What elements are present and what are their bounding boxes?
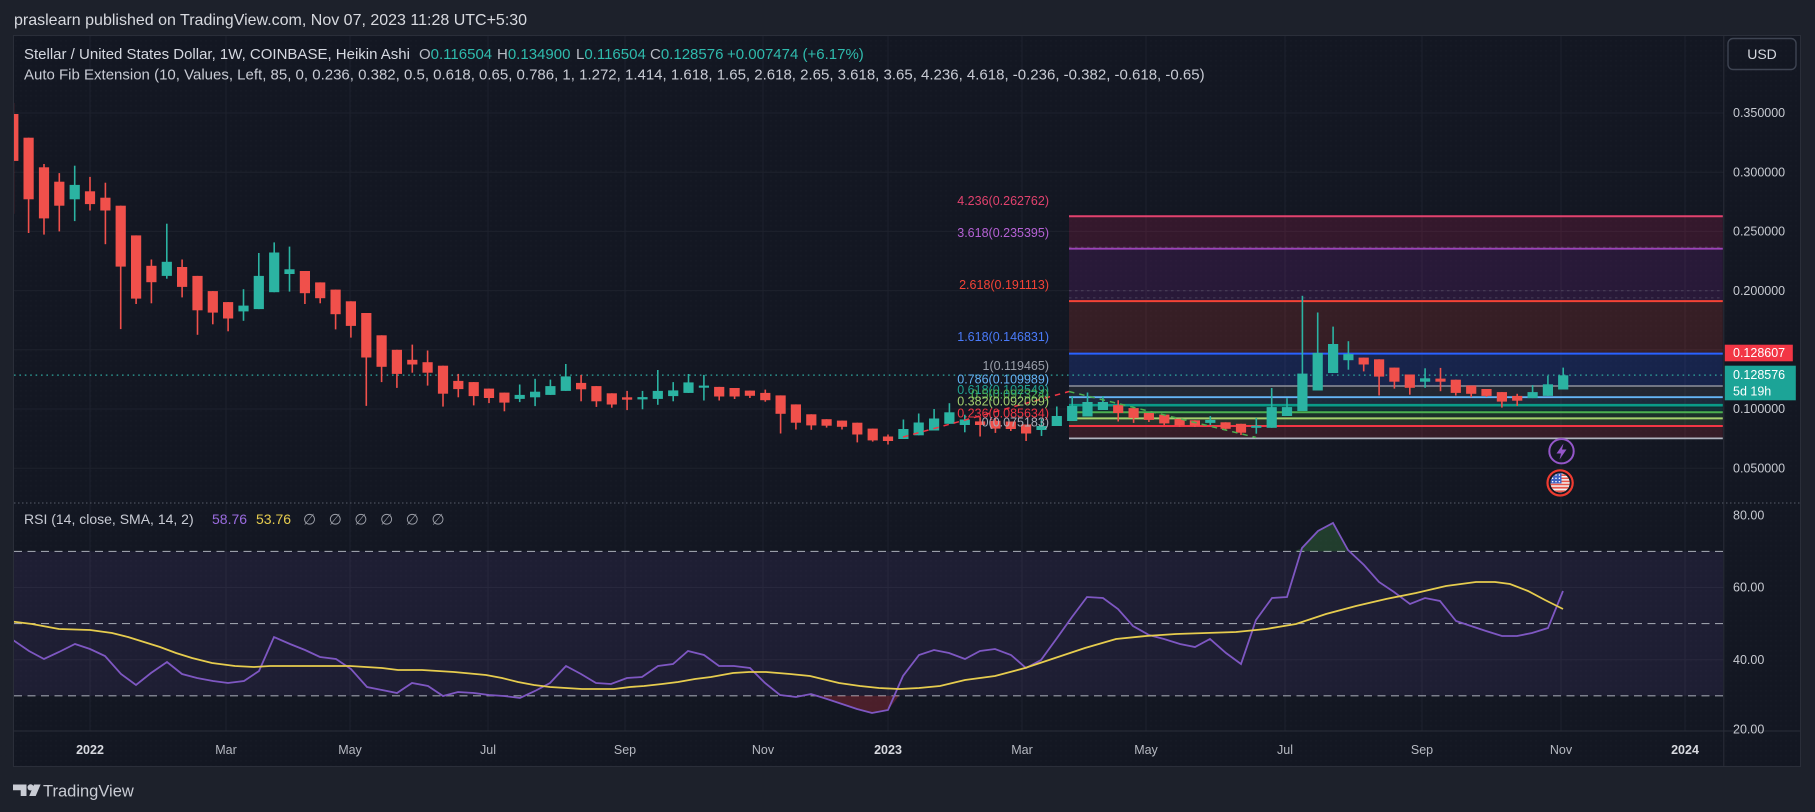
svg-text:5d 19h: 5d 19h [1733,384,1771,398]
svg-text:∅: ∅ [329,512,342,529]
svg-text:Stellar / United States Dollar: Stellar / United States Dollar, 1W, COIN… [24,46,410,63]
svg-text:1(0.119465): 1(0.119465) [983,359,1050,373]
svg-text:40.00: 40.00 [1733,653,1764,667]
svg-text:∅: ∅ [303,512,316,529]
svg-text:Nov: Nov [1550,743,1573,757]
svg-text:∅: ∅ [380,512,393,529]
svg-text:0.350000: 0.350000 [1733,106,1785,120]
svg-text:Jul: Jul [1277,743,1293,757]
svg-text:RSI (14, close, SMA, 14, 2): RSI (14, close, SMA, 14, 2) [24,511,194,527]
svg-text:0.200000: 0.200000 [1733,284,1785,298]
svg-text:0.050000: 0.050000 [1733,461,1785,475]
svg-text:0.100000: 0.100000 [1733,402,1785,416]
svg-text:20.00: 20.00 [1733,722,1764,736]
svg-text:Auto Fib Extension (10, Values: Auto Fib Extension (10, Values, Left, 85… [24,67,1205,84]
svg-text:∅: ∅ [432,512,445,529]
svg-text:1.618(0.146831): 1.618(0.146831) [957,330,1049,344]
svg-text:Mar: Mar [215,743,237,757]
svg-text:Mar: Mar [1011,743,1033,757]
svg-text:0.128607: 0.128607 [1733,346,1785,360]
svg-text:0(0.075183): 0(0.075183) [982,416,1049,430]
svg-text:L0.116504: L0.116504 [576,46,646,63]
svg-text:2.618(0.191113): 2.618(0.191113) [959,278,1049,292]
svg-text:H0.134900: H0.134900 [497,46,570,63]
svg-text:USD: USD [1747,46,1777,62]
svg-text:2023: 2023 [874,743,902,757]
svg-text:60.00: 60.00 [1733,581,1764,595]
svg-text:∅: ∅ [354,512,367,529]
svg-text:Nov: Nov [752,743,775,757]
svg-text:53.76: 53.76 [256,511,291,527]
svg-text:3.618(0.235395): 3.618(0.235395) [957,226,1049,240]
svg-text:2022: 2022 [76,743,104,757]
svg-text:C0.128576: C0.128576 [650,46,723,63]
svg-text:58.76: 58.76 [212,511,247,527]
svg-text:O0.116504: O0.116504 [419,46,492,63]
svg-text:80.00: 80.00 [1733,509,1764,523]
svg-text:praslearn published on Trading: praslearn published on TradingView.com, … [14,12,527,29]
svg-text:2024: 2024 [1671,743,1699,757]
svg-text:0.250000: 0.250000 [1733,225,1785,239]
svg-text:TradingView: TradingView [43,783,134,801]
svg-text:∅: ∅ [406,512,419,529]
svg-text:0.300000: 0.300000 [1733,165,1785,179]
svg-text:Jul: Jul [480,743,496,757]
svg-text:Sep: Sep [1411,743,1433,757]
svg-text:4.236(0.262762): 4.236(0.262762) [957,194,1049,208]
svg-text:0.128576: 0.128576 [1733,368,1785,382]
svg-text:Sep: Sep [614,743,636,757]
svg-text:May: May [338,743,362,757]
svg-text:+0.007474 (+6.17%): +0.007474 (+6.17%) [727,46,864,63]
svg-text:May: May [1134,743,1158,757]
